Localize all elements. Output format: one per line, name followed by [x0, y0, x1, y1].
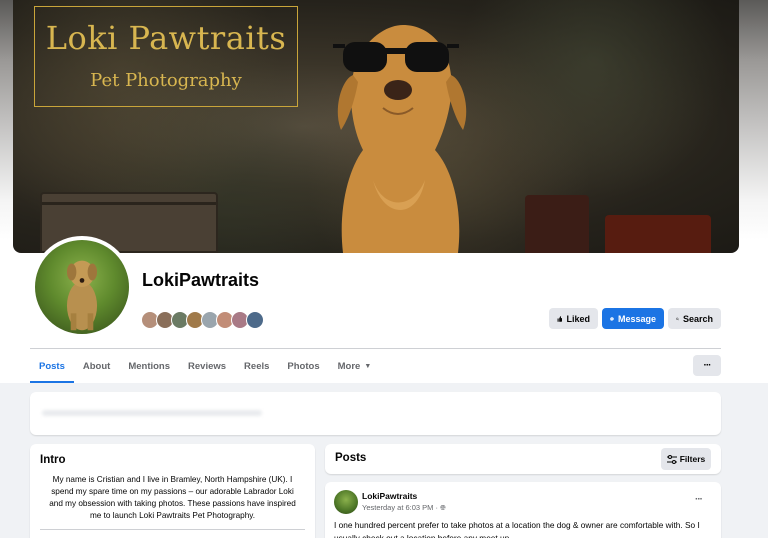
cover-logo-title: Loki Pawtraits — [45, 19, 287, 57]
globe-icon: 🌐︎ — [440, 505, 446, 512]
tab-label: Photos — [287, 360, 320, 372]
cover-photo[interactable]: Loki Pawtraits Pet Photography — [13, 0, 739, 253]
tab-reviews[interactable]: Reviews — [179, 349, 235, 383]
post-timestamp[interactable]: Yesterday at 6:03 PM · 🌐︎ — [362, 503, 446, 513]
search-label: Search — [682, 313, 713, 324]
filters-icon — [666, 454, 677, 464]
post-card: LokiPawtraits Yesterday at 6:03 PM · 🌐︎ … — [325, 482, 721, 538]
caret-down-icon: ▼ — [364, 362, 372, 370]
intro-divider — [40, 529, 305, 530]
follower-avatar[interactable] — [246, 311, 264, 329]
intro-text: My name is Cristian and I live in Bramle… — [49, 475, 296, 520]
message-label: Message — [617, 313, 656, 324]
post-author-name[interactable]: LokiPawtraits — [362, 491, 417, 501]
post-text: I one hundred percent prefer to take pho… — [334, 520, 700, 538]
thumbs-up-icon — [557, 315, 563, 322]
post-author-avatar[interactable] — [334, 490, 358, 514]
search-button[interactable]: Search — [668, 308, 721, 329]
cover-logo-subtitle: Pet Photography — [90, 70, 242, 91]
vintage-bag-right — [605, 215, 711, 253]
tab-label: About — [82, 360, 111, 372]
tab-label: Reels — [244, 360, 270, 372]
tab-label: Posts — [39, 360, 65, 372]
tab-label: Mentions — [128, 360, 171, 372]
posts-header-card: Posts Filters — [325, 444, 721, 474]
more-options-button[interactable]: ··· — [693, 355, 721, 376]
filters-button[interactable]: Filters — [661, 448, 711, 470]
follower-avatars[interactable] — [141, 311, 264, 329]
labrador-with-sunglasses — [313, 20, 483, 253]
cover-logo: Loki Pawtraits Pet Photography — [34, 6, 298, 107]
tab-reels[interactable]: Reels — [235, 349, 278, 383]
profile-avatar[interactable] — [31, 236, 133, 338]
liked-button[interactable]: Liked — [549, 308, 598, 329]
liked-label: Liked — [566, 313, 590, 324]
tab-about[interactable]: About — [74, 349, 119, 383]
search-icon — [676, 317, 679, 320]
intro-card: Intro My name is Cristian and I live in … — [30, 444, 315, 538]
tab-more[interactable]: More ▼ — [329, 349, 381, 383]
vintage-case-right — [525, 195, 589, 253]
messenger-icon — [610, 316, 614, 321]
tab-label: More — [337, 360, 361, 372]
post-time-text: Yesterday at 6:03 PM · — [362, 503, 439, 512]
intro-title: Intro — [40, 454, 66, 466]
tab-posts[interactable]: Posts — [30, 349, 74, 383]
page-title: LokiPawtraits — [142, 270, 260, 290]
placeholder-line — [42, 410, 262, 416]
message-button[interactable]: Message — [602, 308, 664, 329]
tab-photos[interactable]: Photos — [278, 349, 328, 383]
tab-label: Reviews — [188, 360, 227, 372]
filters-label: Filters — [679, 454, 706, 464]
post-menu-button[interactable]: ··· — [695, 494, 703, 505]
page-tabs: Posts About Mentions Reviews Reels Photos More… — [30, 349, 380, 383]
tab-mentions[interactable]: Mentions — [119, 349, 179, 383]
posts-title: Posts — [335, 452, 367, 464]
loading-placeholder-card — [30, 392, 721, 435]
